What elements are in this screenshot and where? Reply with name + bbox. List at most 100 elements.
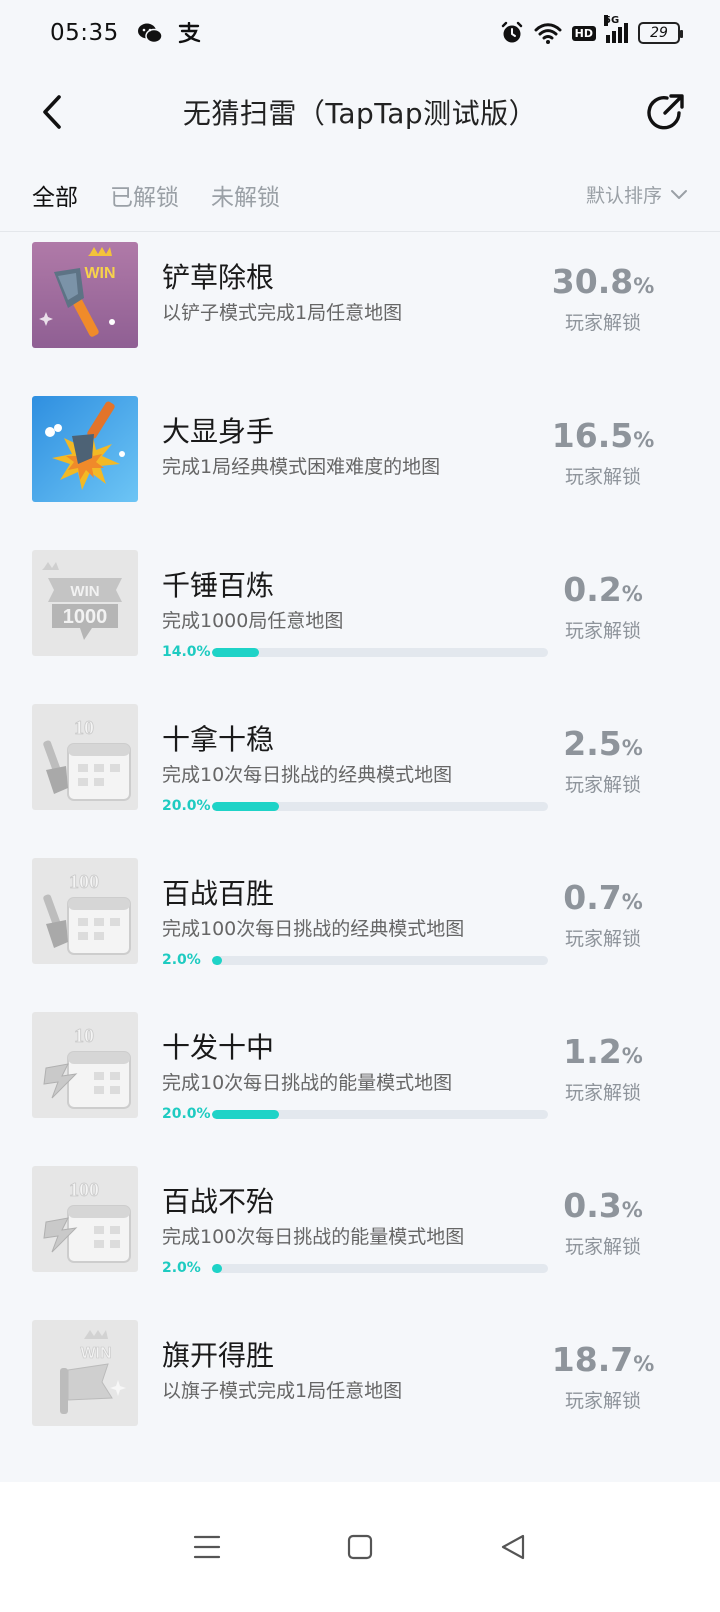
progress-bar <box>212 647 548 657</box>
achievement-info: 百战不殆 完成100次每日挑战的能量模式地图 2.0% <box>162 1184 552 1278</box>
achievement-info: 大显身手 完成1局经典模式困难难度的地图 <box>162 414 552 480</box>
list-item[interactable]: WIN 旗开得胜 以旗子模式完成1局任意地图 18.7% 玩家解锁 <box>0 1310 720 1464</box>
battery-icon: 29 <box>638 22 683 44</box>
calendar-10-shovel-icon: 10 <box>32 704 138 810</box>
achievement-desc: 以铲子模式完成1局任意地图 <box>162 302 403 324</box>
unlock-percent: 0.2% <box>563 570 643 609</box>
back-button[interactable] <box>32 90 72 134</box>
network-label: 5G <box>604 15 620 26</box>
achievement-title: 铲草除根 <box>162 261 275 294</box>
unlock-label: 玩家解锁 <box>564 466 641 488</box>
unlock-label: 玩家解锁 <box>564 928 641 950</box>
sort-dropdown[interactable]: 默认排序 <box>586 181 688 208</box>
status-left-icons <box>137 22 201 44</box>
calendar-10-energy-icon: 10 <box>32 1012 138 1118</box>
list-item[interactable]: 10 十拿十稳 完成10次每日挑战的经典模式地图 20.0% 2.5% 玩家解锁 <box>0 694 720 848</box>
unlock-percent: 30.8% <box>551 262 655 301</box>
progress-text: 14.0% <box>162 644 211 660</box>
list-item[interactable]: 10 十发十中 完成10次每日挑战的能量模式地图 20.0% 1.2% 玩家解锁 <box>0 1002 720 1156</box>
unlock-label: 玩家解锁 <box>564 620 641 642</box>
achievement-title: 十拿十稳 <box>162 723 275 756</box>
progress-fill <box>212 955 223 965</box>
progress-bar <box>212 1109 548 1119</box>
win-1000-icon: WIN 1000 <box>32 550 138 656</box>
progress-bar <box>212 1263 548 1273</box>
unlock-stat: 30.8% 玩家解锁 <box>548 262 658 335</box>
tab-locked[interactable]: 未解锁 <box>211 178 280 212</box>
unlock-label: 玩家解锁 <box>564 774 641 796</box>
sort-label: 默认排序 <box>585 185 662 207</box>
progress-fill <box>212 801 280 811</box>
achievement-info: 铲草除根 以铲子模式完成1局任意地图 <box>162 260 552 326</box>
signal-5g-icon: 5G <box>604 15 628 43</box>
thumb-text: 10 <box>74 1025 94 1047</box>
list-item[interactable]: 100 百战不殆 完成100次每日挑战的能量模式地图 2.0% 0.3% 玩家解… <box>0 1156 720 1310</box>
chevron-left-icon <box>43 95 61 129</box>
app-header: 无猜扫雷（TapTap测试版） <box>0 66 720 158</box>
progress-bar <box>212 955 548 965</box>
achievement-title: 旗开得胜 <box>162 1339 275 1372</box>
status-right-icons: HD 5G 29 <box>500 15 683 45</box>
home-button[interactable] <box>335 1522 385 1572</box>
filter-tabs: 全部 已解锁 未解锁 默认排序 <box>0 158 720 232</box>
achievement-list: WIN 铲草除根 以铲子模式完成1局任意地图 30.8% 玩家解锁 大显身手 完… <box>0 232 720 1464</box>
progress-text: 20.0% <box>162 798 211 814</box>
unlock-percent: 16.5% <box>551 416 655 455</box>
status-time: 05:35 <box>50 20 119 46</box>
alipay-icon <box>177 22 201 44</box>
achievement-desc: 完成1000局任意地图 <box>162 610 344 632</box>
progress-text: 2.0% <box>162 952 201 968</box>
achievement-title: 十发十中 <box>162 1031 275 1064</box>
unlock-percent: 0.3% <box>563 1186 643 1225</box>
back-nav-button[interactable] <box>488 1522 538 1572</box>
wechat-icon <box>137 22 163 44</box>
list-item[interactable]: WIN 1000 千锤百炼 完成1000局任意地图 14.0% 0.2% 玩家解… <box>0 540 720 694</box>
progress-row: 14.0% <box>162 642 552 662</box>
progress-row: 20.0% <box>162 1104 552 1124</box>
achievement-title: 千锤百炼 <box>162 569 275 602</box>
progress-bar <box>212 801 548 811</box>
thumb-text: 100 <box>69 871 99 893</box>
achievement-desc: 完成10次每日挑战的能量模式地图 <box>162 1072 453 1094</box>
thumb-text: 100 <box>69 1179 99 1201</box>
list-item[interactable]: 100 百战百胜 完成100次每日挑战的经典模式地图 2.0% 0.7% 玩家解… <box>0 848 720 1002</box>
unlock-stat: 0.7% 玩家解锁 <box>548 878 658 951</box>
unlock-stat: 0.3% 玩家解锁 <box>548 1186 658 1259</box>
progress-text: 20.0% <box>162 1106 211 1122</box>
progress-fill <box>212 1263 223 1273</box>
shovel-win-icon: WIN <box>32 242 138 348</box>
achievement-info: 十拿十稳 完成10次每日挑战的经典模式地图 20.0% <box>162 722 552 816</box>
achievement-desc: 以旗子模式完成1局任意地图 <box>162 1380 403 1402</box>
share-icon <box>647 94 684 130</box>
progress-row: 20.0% <box>162 796 552 816</box>
progress-text: 2.0% <box>162 1260 201 1276</box>
flag-win-icon: WIN <box>32 1320 138 1426</box>
calendar-100-shovel-icon: 100 <box>32 858 138 964</box>
unlock-percent: 1.2% <box>563 1032 643 1071</box>
status-bar: 05:35 HD 5G 29 <box>0 0 720 66</box>
system-nav-bar <box>0 1482 720 1612</box>
list-item[interactable]: 大显身手 完成1局经典模式困难难度的地图 16.5% 玩家解锁 <box>0 386 720 540</box>
unlock-percent: 0.7% <box>563 878 643 917</box>
unlock-stat: 1.2% 玩家解锁 <box>548 1032 658 1105</box>
progress-fill <box>212 647 260 657</box>
tab-all[interactable]: 全部 <box>32 178 78 212</box>
list-item[interactable]: WIN 铲草除根 以铲子模式完成1局任意地图 30.8% 玩家解锁 <box>0 232 720 386</box>
back-triangle-icon <box>502 1534 525 1560</box>
thumb-text: WIN <box>70 583 99 600</box>
thumb-text: 1000 <box>63 606 108 628</box>
tab-unlocked[interactable]: 已解锁 <box>110 178 179 212</box>
menu-icon <box>193 1535 220 1559</box>
wifi-icon <box>534 22 562 44</box>
achievement-title: 百战不殆 <box>162 1185 275 1218</box>
thumb-text: WIN <box>84 265 115 282</box>
achievement-title: 百战百胜 <box>162 877 275 910</box>
unlock-stat: 16.5% 玩家解锁 <box>548 416 658 489</box>
share-button[interactable] <box>642 88 690 136</box>
alarm-icon <box>500 21 524 45</box>
thumb-text: 10 <box>74 717 94 739</box>
menu-button[interactable] <box>182 1522 232 1572</box>
achievement-desc: 完成100次每日挑战的经典模式地图 <box>162 918 465 940</box>
achievement-info: 旗开得胜 以旗子模式完成1局任意地图 <box>162 1338 552 1404</box>
achievement-desc: 完成100次每日挑战的能量模式地图 <box>162 1226 465 1248</box>
